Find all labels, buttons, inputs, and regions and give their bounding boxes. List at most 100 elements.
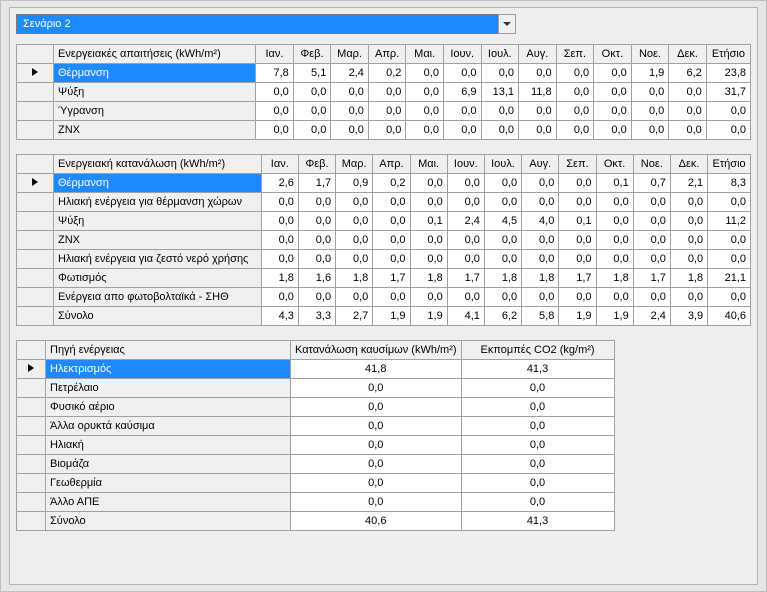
co2-emissions-cell[interactable]: 0,0 bbox=[461, 455, 614, 474]
month-cell[interactable]: 0,0 bbox=[298, 212, 335, 231]
month-cell[interactable]: 0,0 bbox=[443, 121, 481, 140]
month-cell[interactable]: 0,0 bbox=[559, 231, 596, 250]
row-label[interactable]: Σύνολο bbox=[46, 512, 291, 531]
month-cell[interactable]: 0,0 bbox=[261, 288, 298, 307]
month-cell[interactable]: 0,0 bbox=[410, 193, 447, 212]
annual-cell[interactable]: 0,0 bbox=[708, 288, 751, 307]
row-handle[interactable] bbox=[17, 64, 54, 83]
row-label[interactable]: Ενέργεια απο φωτοβολταϊκά - ΣΗΘ bbox=[54, 288, 262, 307]
row-handle[interactable] bbox=[17, 250, 54, 269]
month-cell[interactable]: 3,9 bbox=[670, 307, 707, 326]
annual-cell[interactable]: 0,0 bbox=[708, 231, 751, 250]
month-cell[interactable]: 0,0 bbox=[298, 231, 335, 250]
month-cell[interactable]: 0,0 bbox=[484, 288, 521, 307]
month-cell[interactable]: 0,0 bbox=[373, 288, 410, 307]
month-cell[interactable]: 0,0 bbox=[336, 250, 373, 269]
month-cell[interactable]: 0,0 bbox=[522, 193, 559, 212]
month-cell[interactable]: 0,0 bbox=[596, 288, 633, 307]
table-row[interactable]: Ψύξη0,00,00,00,00,12,44,54,00,10,00,00,0… bbox=[17, 212, 751, 231]
month-cell[interactable]: 0,0 bbox=[556, 102, 594, 121]
row-label[interactable]: Ψύξη bbox=[54, 212, 262, 231]
month-cell[interactable]: 0,0 bbox=[368, 121, 406, 140]
month-cell[interactable]: 0,0 bbox=[631, 121, 669, 140]
month-cell[interactable]: 7,8 bbox=[256, 64, 294, 83]
month-cell[interactable]: 0,0 bbox=[368, 83, 406, 102]
month-cell[interactable]: 0,0 bbox=[298, 288, 335, 307]
month-cell[interactable]: 0,0 bbox=[596, 212, 633, 231]
month-cell[interactable]: 0,0 bbox=[447, 288, 484, 307]
month-cell[interactable]: 0,0 bbox=[556, 64, 594, 83]
month-cell[interactable]: 0,0 bbox=[633, 250, 670, 269]
month-cell[interactable]: 0,0 bbox=[522, 174, 559, 193]
table-row[interactable]: Γεωθερμία0,00,0 bbox=[17, 474, 615, 493]
table-row[interactable]: Ηλιακή ενέργεια για θέρμανση χώρων0,00,0… bbox=[17, 193, 751, 212]
month-cell[interactable]: 2,1 bbox=[670, 174, 707, 193]
table-row[interactable]: Θέρμανση7,85,12,40,20,00,00,00,00,00,01,… bbox=[17, 64, 751, 83]
row-label[interactable]: Ηλιακή ενέργεια για θέρμανση χώρων bbox=[54, 193, 262, 212]
table-row[interactable]: Ψύξη0,00,00,00,00,06,913,111,80,00,00,00… bbox=[17, 83, 751, 102]
row-handle[interactable] bbox=[17, 379, 46, 398]
fuel-consumption-cell[interactable]: 0,0 bbox=[291, 379, 462, 398]
month-cell[interactable]: 0,0 bbox=[447, 193, 484, 212]
month-cell[interactable]: 1,6 bbox=[298, 269, 335, 288]
month-cell[interactable]: 0,0 bbox=[256, 121, 294, 140]
month-cell[interactable]: 1,9 bbox=[410, 307, 447, 326]
month-cell[interactable]: 0,0 bbox=[261, 212, 298, 231]
table-row[interactable]: Σύνολο40,641,3 bbox=[17, 512, 615, 531]
month-cell[interactable]: 0,0 bbox=[406, 102, 444, 121]
scenario-select[interactable]: Σενάριο 2 bbox=[16, 14, 516, 34]
row-handle[interactable] bbox=[17, 288, 54, 307]
month-cell[interactable]: 0,0 bbox=[406, 121, 444, 140]
month-cell[interactable]: 0,0 bbox=[484, 174, 521, 193]
month-cell[interactable]: 0,1 bbox=[559, 212, 596, 231]
row-label[interactable]: Θέρμανση bbox=[54, 64, 256, 83]
month-cell[interactable]: 1,8 bbox=[484, 269, 521, 288]
month-cell[interactable]: 11,8 bbox=[519, 83, 557, 102]
month-cell[interactable]: 0,0 bbox=[298, 193, 335, 212]
month-cell[interactable]: 0,0 bbox=[594, 83, 632, 102]
month-cell[interactable]: 0,0 bbox=[373, 212, 410, 231]
month-cell[interactable]: 1,7 bbox=[298, 174, 335, 193]
month-cell[interactable]: 0,0 bbox=[447, 174, 484, 193]
co2-emissions-cell[interactable]: 0,0 bbox=[461, 493, 614, 512]
month-cell[interactable]: 0,0 bbox=[406, 83, 444, 102]
month-cell[interactable]: 6,2 bbox=[669, 64, 707, 83]
month-cell[interactable]: 0,0 bbox=[336, 288, 373, 307]
month-cell[interactable]: 1,8 bbox=[336, 269, 373, 288]
annual-cell[interactable]: 11,2 bbox=[708, 212, 751, 231]
month-cell[interactable]: 5,8 bbox=[522, 307, 559, 326]
month-cell[interactable]: 0,0 bbox=[256, 102, 294, 121]
table-row[interactable]: Ύγρανση0,00,00,00,00,00,00,00,00,00,00,0… bbox=[17, 102, 751, 121]
row-handle[interactable] bbox=[17, 474, 46, 493]
month-cell[interactable]: 1,9 bbox=[596, 307, 633, 326]
month-cell[interactable]: 0,0 bbox=[519, 102, 557, 121]
fuel-consumption-cell[interactable]: 40,6 bbox=[291, 512, 462, 531]
month-cell[interactable]: 6,9 bbox=[443, 83, 481, 102]
annual-cell[interactable]: 40,6 bbox=[708, 307, 751, 326]
month-cell[interactable]: 0,0 bbox=[410, 250, 447, 269]
month-cell[interactable]: 0,0 bbox=[669, 121, 707, 140]
month-cell[interactable]: 0,0 bbox=[670, 231, 707, 250]
month-cell[interactable]: 0,0 bbox=[484, 193, 521, 212]
table-row[interactable]: ΖΝΧ0,00,00,00,00,00,00,00,00,00,00,00,00… bbox=[17, 121, 751, 140]
annual-cell[interactable]: 8,3 bbox=[708, 174, 751, 193]
month-cell[interactable]: 0,0 bbox=[670, 250, 707, 269]
month-cell[interactable]: 0,0 bbox=[670, 193, 707, 212]
row-handle[interactable] bbox=[17, 455, 46, 474]
month-cell[interactable]: 2,4 bbox=[633, 307, 670, 326]
row-label[interactable]: ΖΝΧ bbox=[54, 231, 262, 250]
month-cell[interactable]: 0,0 bbox=[519, 121, 557, 140]
month-cell[interactable]: 0,0 bbox=[293, 121, 331, 140]
month-cell[interactable]: 0,0 bbox=[594, 102, 632, 121]
table-row[interactable]: Ενέργεια απο φωτοβολταϊκά - ΣΗΘ0,00,00,0… bbox=[17, 288, 751, 307]
row-handle[interactable] bbox=[17, 269, 54, 288]
month-cell[interactable]: 2,4 bbox=[447, 212, 484, 231]
co2-emissions-cell[interactable]: 0,0 bbox=[461, 417, 614, 436]
fuel-consumption-cell[interactable]: 0,0 bbox=[291, 436, 462, 455]
table-row[interactable]: Βιομάζα0,00,0 bbox=[17, 455, 615, 474]
month-cell[interactable]: 0,0 bbox=[293, 83, 331, 102]
month-cell[interactable]: 0,0 bbox=[256, 83, 294, 102]
month-cell[interactable]: 0,0 bbox=[261, 231, 298, 250]
month-cell[interactable]: 1,8 bbox=[522, 269, 559, 288]
month-cell[interactable]: 0,0 bbox=[559, 288, 596, 307]
